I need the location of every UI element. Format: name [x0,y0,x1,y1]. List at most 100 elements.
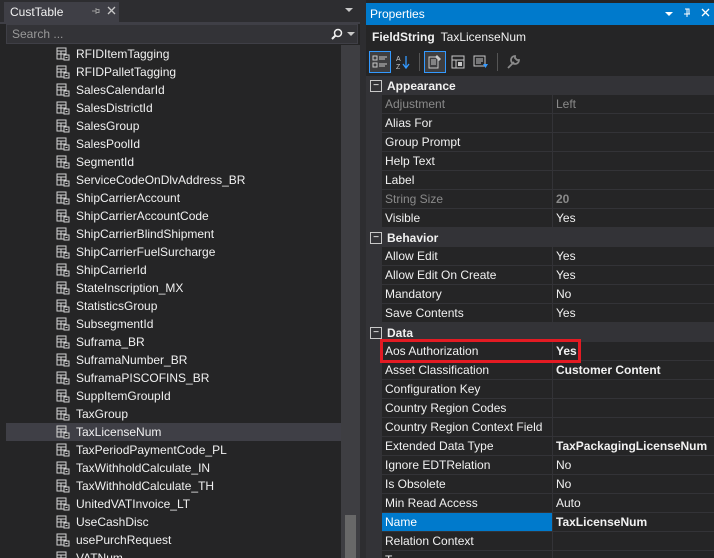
tree-item[interactable]: SalesDistrictId [6,99,341,117]
property-name[interactable]: Save Contents [382,304,553,323]
property-name[interactable]: Is Obsolete [382,475,553,494]
property-value[interactable] [553,399,714,418]
property-value[interactable]: 20 [553,190,714,209]
property-row[interactable]: Mandatory No [366,285,714,304]
tree-item[interactable]: RFIDPalletTagging [6,63,341,81]
property-name[interactable]: Name [382,513,553,532]
property-name[interactable]: T [382,551,553,558]
tab-custtable[interactable]: CustTable [4,2,119,22]
tree-item[interactable]: StatisticsGroup [6,297,341,315]
tree-item[interactable]: ShipCarrierFuelSurcharge [6,243,341,261]
close-icon[interactable] [103,6,119,18]
property-row[interactable]: T [366,551,714,558]
property-row[interactable]: Configuration Key [366,380,714,399]
tree-item[interactable]: UnitedVATInvoice_LT [6,495,341,513]
tree-item[interactable]: UseCashDisc [6,513,341,531]
property-value[interactable]: Auto [553,494,714,513]
pin-icon[interactable] [678,8,696,21]
property-value[interactable] [553,380,714,399]
property-name[interactable]: Ignore EDTRelation [382,456,553,475]
property-value[interactable]: Yes [553,209,714,228]
category-appearance[interactable]: − Appearance [366,76,714,95]
property-name[interactable]: Adjustment [382,95,553,114]
property-name[interactable]: Label [382,171,553,190]
category-behavior[interactable]: − Behavior [366,228,714,247]
tree-item[interactable]: SuframaPISCOFINS_BR [6,369,341,387]
property-row[interactable]: Alias For [366,114,714,133]
property-row[interactable]: Group Prompt [366,133,714,152]
tree-item[interactable]: SuframaNumber_BR [6,351,341,369]
property-value[interactable]: Yes [553,266,714,285]
property-value[interactable] [553,114,714,133]
tree-item[interactable]: TaxWithholdCalculate_IN [6,459,341,477]
property-name[interactable]: Aos Authorization [382,342,553,361]
tree-item[interactable]: RFIDItemTagging [6,45,341,63]
property-name[interactable]: Alias For [382,114,553,133]
property-row[interactable]: Name TaxLicenseNum [366,513,714,532]
tree-item[interactable]: SubsegmentId [6,315,341,333]
tree-item[interactable]: SalesCalendarId [6,81,341,99]
property-row[interactable]: Allow Edit On Create Yes [366,266,714,285]
window-position-dropdown-icon[interactable] [660,9,678,20]
property-row[interactable]: Label [366,171,714,190]
property-row[interactable]: Asset Classification Customer Content [366,361,714,380]
property-name[interactable]: Visible [382,209,553,228]
pin-icon[interactable] [87,6,103,19]
property-row[interactable]: Help Text [366,152,714,171]
tree-item[interactable]: TaxGroup [6,405,341,423]
selected-object-header[interactable]: FieldString TaxLicenseNum [366,27,714,47]
property-value[interactable]: Customer Content [553,361,714,380]
property-value[interactable]: Left [553,95,714,114]
property-name[interactable]: Configuration Key [382,380,553,399]
search-options-dropdown-icon[interactable] [345,30,357,39]
property-value[interactable]: No [553,456,714,475]
tree-item[interactable]: VATNum [6,549,341,558]
property-row[interactable]: Adjustment Left [366,95,714,114]
tree-item[interactable]: ShipCarrierId [6,261,341,279]
tab-list-dropdown-icon[interactable] [343,6,355,18]
property-row[interactable]: String Size 20 [366,190,714,209]
properties-icon[interactable] [424,51,446,73]
property-name[interactable]: Asset Classification [382,361,553,380]
property-name[interactable]: Country Region Codes [382,399,553,418]
property-row[interactable]: Extended Data Type TaxPackagingLicenseNum [366,437,714,456]
tree-item[interactable]: SalesGroup [6,117,341,135]
tree-scrollbar-thumb[interactable] [345,515,356,558]
property-row[interactable]: Aos Authorization Yes [366,342,714,361]
collapse-icon[interactable]: − [370,79,382,92]
tree-scrollbar[interactable] [341,45,360,558]
tree-item[interactable]: SegmentId [6,153,341,171]
property-name[interactable]: Mandatory [382,285,553,304]
search-icon[interactable] [329,25,345,43]
tree-item[interactable]: ShipCarrierAccount [6,189,341,207]
tree-item[interactable]: StateInscription_MX [6,279,341,297]
property-value[interactable] [553,532,714,551]
property-name[interactable]: Extended Data Type [382,437,553,456]
tree-item[interactable]: ShipCarrierAccountCode [6,207,341,225]
property-row[interactable]: Country Region Codes [366,399,714,418]
tree-item[interactable]: TaxLicenseNum [6,423,341,441]
property-row[interactable]: Visible Yes [366,209,714,228]
tree-item[interactable]: ServiceCodeOnDlvAddress_BR [6,171,341,189]
property-row[interactable]: Country Region Context Field [366,418,714,437]
property-value[interactable]: No [553,475,714,494]
property-row[interactable]: Save Contents Yes [366,304,714,323]
property-name[interactable]: Relation Context [382,532,553,551]
collapse-icon[interactable]: − [370,326,382,339]
property-value[interactable] [553,171,714,190]
property-row[interactable]: Relation Context [366,532,714,551]
property-name[interactable]: Min Read Access [382,494,553,513]
property-value[interactable]: TaxLicenseNum [553,513,714,532]
property-name[interactable]: Group Prompt [382,133,553,152]
collapse-icon[interactable]: − [370,231,382,244]
property-value[interactable]: Yes [553,342,714,361]
close-icon[interactable] [696,8,714,20]
property-row[interactable]: Allow Edit Yes [366,247,714,266]
tree-item[interactable]: SalesPoolId [6,135,341,153]
tree-item[interactable]: ShipCarrierBlindShipment [6,225,341,243]
property-value[interactable]: TaxPackagingLicenseNum [553,437,714,456]
property-value[interactable] [553,152,714,171]
property-value[interactable]: No [553,285,714,304]
property-name[interactable]: Country Region Context Field [382,418,553,437]
events-icon[interactable] [447,51,469,73]
